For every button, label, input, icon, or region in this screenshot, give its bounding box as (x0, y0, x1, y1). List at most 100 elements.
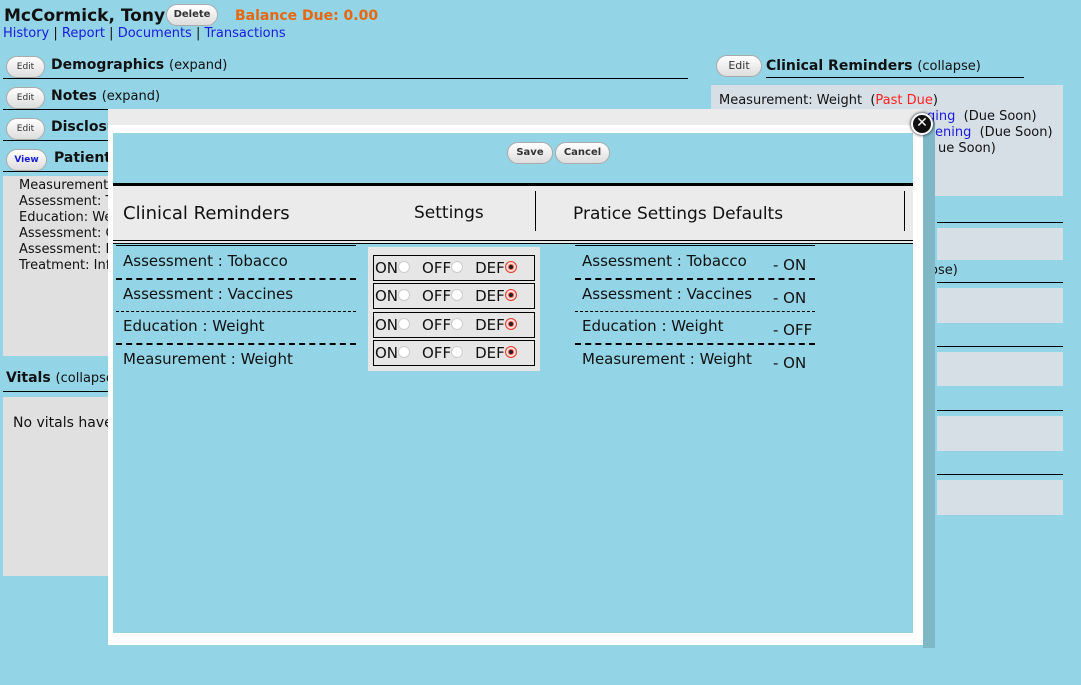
reminder-item: Measurement: Weight (Past Due) (719, 93, 938, 108)
radio-off[interactable] (451, 346, 464, 358)
option-label: OFF (422, 287, 452, 305)
option-label: DEF (475, 316, 505, 334)
vitals-header[interactable]: Vitals (collapse (6, 370, 114, 386)
radio-on[interactable] (398, 261, 411, 273)
reminder-item: ue Soon) (938, 141, 996, 156)
save-button[interactable]: Save (507, 142, 553, 164)
collapse-toggle[interactable]: (collapse) (917, 59, 980, 74)
header-defaults: Pratice Settings Defaults (573, 204, 784, 224)
documents-link[interactable]: Documents (118, 26, 192, 41)
divider (937, 346, 1063, 347)
radio-def[interactable] (504, 289, 517, 301)
default-row-label: Education : Weight (582, 317, 724, 335)
section-box (937, 352, 1063, 386)
list-item: Measurement (19, 178, 109, 193)
divider (937, 282, 1063, 283)
divider (116, 245, 356, 246)
section-title: Clinical Reminders (766, 58, 913, 74)
expand-toggle[interactable]: (expand) (169, 58, 227, 73)
patient-name: McCormick, Tony (4, 6, 166, 26)
reminder-row-label: Measurement : Weight (123, 350, 293, 368)
section-box (937, 480, 1063, 515)
header-settings: Settings (414, 203, 484, 223)
radio-def[interactable] (504, 318, 517, 330)
option-label: DEF (475, 259, 505, 277)
radio-on[interactable] (398, 289, 411, 301)
divider (937, 410, 1063, 411)
list-item: Education: We (19, 210, 113, 225)
modal-shadow (923, 122, 935, 648)
divider (3, 171, 113, 172)
demographics-header[interactable]: Demographics (expand) (51, 57, 227, 73)
divider (3, 391, 113, 392)
clinical-reminders-header[interactable]: Clinical Reminders (collapse) (766, 58, 981, 74)
demographics-edit-button[interactable]: Edit (6, 56, 45, 78)
row-divider (116, 343, 356, 345)
balance-due: Balance Due: 0.00 (235, 8, 379, 24)
default-value: - ON (773, 256, 807, 274)
radio-off[interactable] (451, 318, 464, 330)
divider (575, 245, 815, 246)
patient-header: Patient (54, 150, 111, 166)
divider (904, 191, 905, 231)
divider (937, 222, 1063, 223)
setting-radio-group: ON OFF DEF (373, 312, 535, 338)
expand-toggle[interactable]: (expand) (102, 89, 160, 104)
list-item: Assessment: C (19, 226, 115, 241)
section-title: Vitals (6, 370, 51, 386)
option-label: OFF (422, 344, 452, 362)
radio-off[interactable] (451, 261, 464, 273)
close-icon[interactable]: ✕ (911, 113, 933, 135)
row-divider (116, 311, 356, 312)
status-due-soon: (Due Soon) (979, 125, 1053, 140)
vitals-message: No vitals have (13, 415, 113, 431)
collapse-toggle[interactable]: (collapse (56, 371, 114, 386)
radio-def[interactable] (504, 261, 517, 273)
reminder-row-label: Education : Weight (123, 317, 265, 335)
radio-def[interactable] (504, 346, 517, 358)
radio-off[interactable] (451, 289, 464, 301)
option-label: ON (375, 287, 399, 305)
option-label: OFF (422, 316, 452, 334)
history-link[interactable]: History (3, 26, 49, 41)
notes-header[interactable]: Notes (expand) (51, 88, 160, 104)
divider (3, 78, 688, 79)
default-value: - OFF (773, 321, 813, 339)
notes-edit-button[interactable]: Edit (6, 87, 45, 109)
disclosures-edit-button[interactable]: Edit (6, 118, 45, 140)
divider (937, 474, 1063, 475)
radio-on[interactable] (398, 318, 411, 330)
setting-radio-group: ON OFF DEF (373, 255, 535, 281)
patient-view-button[interactable]: View (6, 149, 47, 171)
row-divider (116, 278, 356, 280)
status-past-due: Past Due (875, 93, 933, 108)
option-label: ON (375, 316, 399, 334)
option-label: OFF (422, 259, 452, 277)
divider (3, 140, 113, 141)
list-item: Treatment: Inf (19, 258, 111, 273)
option-label: DEF (475, 287, 505, 305)
header-reminders: Clinical Reminders (123, 203, 290, 224)
disclosures-header: Disclosu (51, 119, 117, 135)
clinical-reminders-edit-button[interactable]: Edit (716, 55, 762, 77)
default-value: - ON (773, 354, 807, 372)
reminder-item: eening (Due Soon) (927, 125, 1053, 140)
radio-on[interactable] (398, 346, 411, 358)
vitals-box: No vitals have (3, 397, 113, 576)
reminder-row-label: Assessment : Vaccines (123, 285, 294, 303)
table-header: Clinical Reminders Settings Pratice Sett… (113, 183, 913, 244)
cancel-button[interactable]: Cancel (555, 142, 610, 164)
patient-reminders-box: Measurement Assessment: T Education: We … (3, 176, 115, 356)
report-link[interactable]: Report (62, 26, 105, 41)
modal-titlebar (108, 109, 923, 125)
separator: | (195, 26, 201, 41)
reminder-row-label: Assessment : Tobacco (123, 252, 288, 270)
separator: | (53, 26, 58, 41)
list-item: Assessment: T (19, 194, 114, 209)
separator: | (109, 26, 114, 41)
setting-radio-group: ON OFF DEF (373, 283, 535, 309)
transactions-link[interactable]: Transactions (205, 26, 286, 41)
default-value: - ON (773, 289, 807, 307)
section-box (937, 416, 1063, 451)
delete-button[interactable]: Delete (166, 4, 218, 26)
